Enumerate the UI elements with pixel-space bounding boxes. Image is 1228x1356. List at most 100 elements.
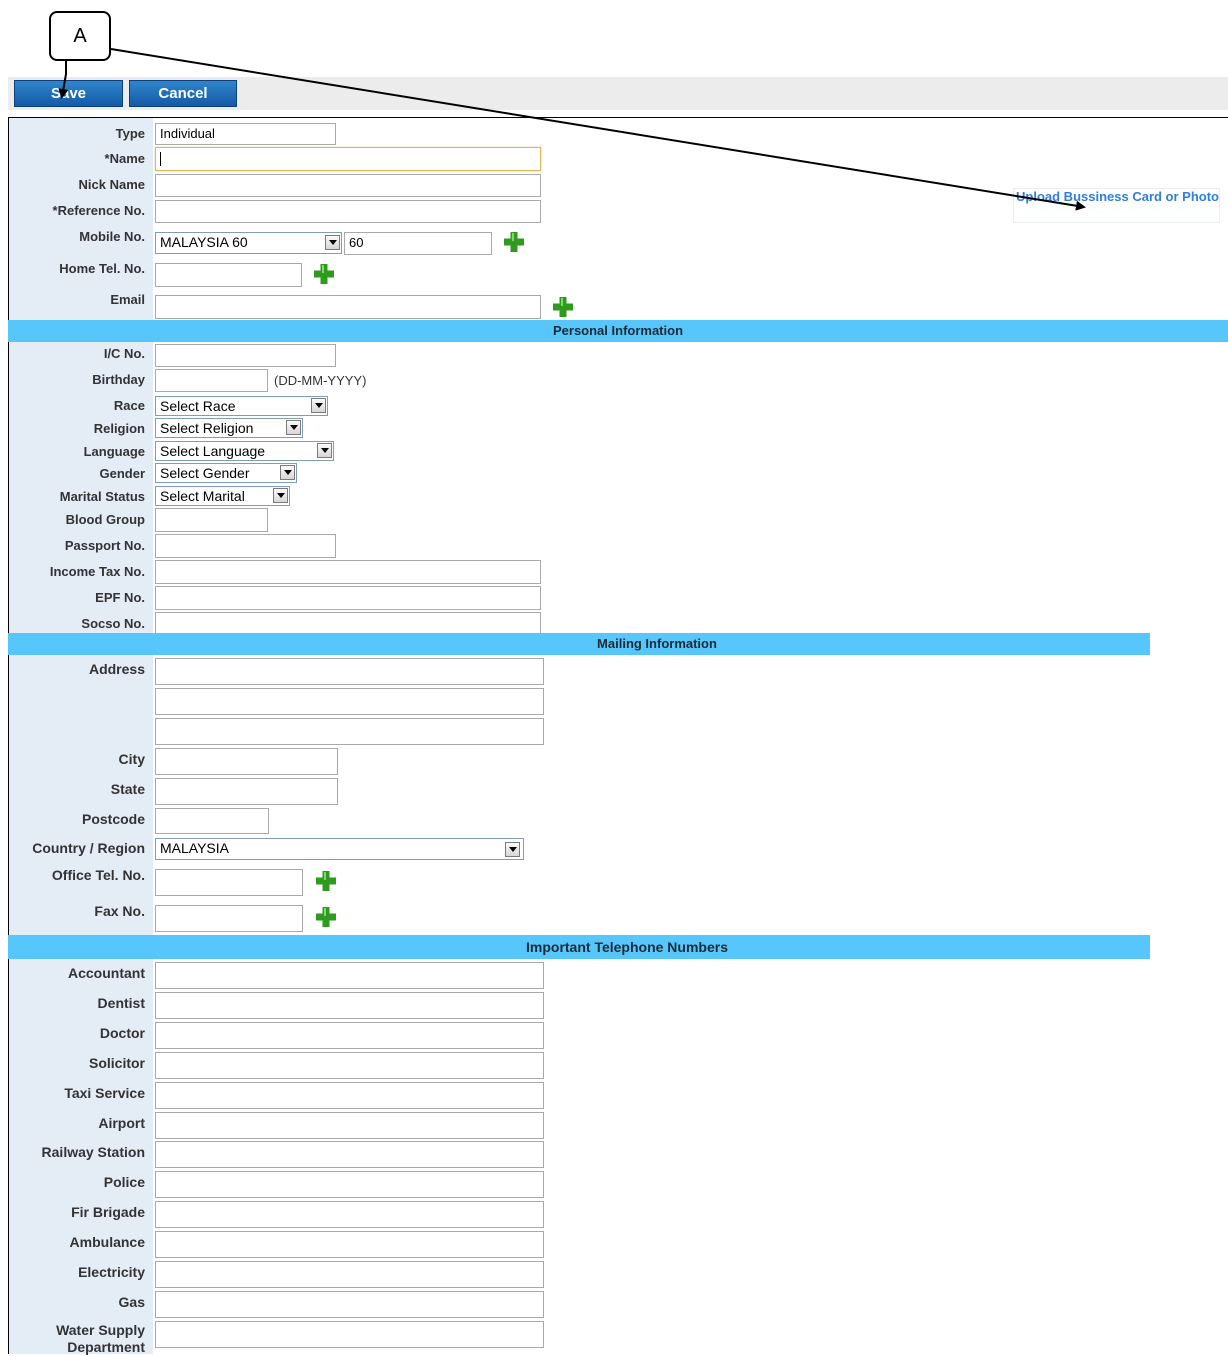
dropdown-arrow-icon	[325, 235, 340, 250]
passport-no-field[interactable]	[155, 534, 336, 558]
state-field[interactable]	[155, 778, 338, 805]
reference-no-label: *Reference No.	[52, 203, 145, 218]
address-label: Address	[88, 661, 145, 677]
dropdown-arrow-icon	[280, 465, 295, 480]
religion-label: Religion	[93, 421, 145, 436]
important-item-label: Taxi Service	[64, 1084, 145, 1101]
home-tel-label: Home Tel. No.	[59, 261, 145, 276]
dropdown-arrow-icon	[505, 842, 520, 857]
dropdown-arrow-icon	[273, 488, 288, 503]
socso-no-field[interactable]	[155, 612, 541, 634]
income-tax-field[interactable]	[155, 560, 541, 584]
name-field[interactable]	[155, 147, 541, 171]
epf-no-label: EPF No.	[95, 590, 145, 605]
add-home-tel-plus-icon[interactable]	[312, 262, 336, 286]
add-mobile-plus-icon[interactable]	[502, 230, 526, 254]
dropdown-arrow-icon	[317, 443, 332, 458]
nick-name-field[interactable]	[155, 174, 541, 197]
type-field[interactable]: Individual	[155, 123, 336, 145]
important-item-field[interactable]	[155, 1261, 544, 1288]
add-email-plus-icon[interactable]	[551, 295, 575, 319]
language-select[interactable]: Select Language	[155, 441, 334, 461]
fax-no-label: Fax No.	[94, 903, 145, 919]
text-caret	[160, 151, 161, 166]
income-tax-label: Income Tax No.	[49, 564, 145, 579]
important-item-field[interactable]	[155, 1231, 544, 1259]
home-tel-field[interactable]	[155, 263, 302, 287]
marital-status-select[interactable]: Select Marital	[155, 486, 290, 506]
save-button[interactable]: Save	[14, 80, 123, 107]
important-item-field[interactable]	[155, 1141, 544, 1169]
address-line-2-field[interactable]	[155, 688, 544, 715]
marital-status-value: Select Marital	[160, 488, 245, 504]
add-office-tel-plus-icon[interactable]	[314, 869, 338, 893]
mailing-information-title: Mailing Information	[597, 636, 717, 651]
important-item-field[interactable]	[155, 1051, 544, 1079]
add-fax-plus-icon[interactable]	[314, 905, 338, 929]
important-telephone-header: Important Telephone Numbers	[8, 935, 1150, 959]
address-line-3-field[interactable]	[155, 718, 544, 745]
address-line-1-field[interactable]	[155, 658, 544, 685]
mobile-no-label: Mobile No.	[79, 229, 145, 244]
country-region-select[interactable]: MALAYSIA	[155, 838, 524, 860]
important-item-label: Water Supply Department	[56, 1321, 145, 1355]
important-item-field[interactable]	[155, 991, 544, 1019]
important-item-label: Solicitor	[88, 1054, 145, 1071]
type-label: Type	[115, 126, 145, 141]
ic-no-field[interactable]	[155, 344, 336, 367]
dropdown-arrow-icon	[286, 420, 301, 435]
important-item-field[interactable]	[155, 962, 544, 989]
blood-group-label: Blood Group	[65, 512, 145, 527]
postcode-field[interactable]	[155, 808, 269, 834]
cancel-button[interactable]: Cancel	[129, 80, 237, 107]
city-label: City	[118, 751, 145, 767]
gender-value: Select Gender	[160, 465, 250, 481]
important-item-label: Airport	[98, 1114, 145, 1131]
mobile-country-select[interactable]: MALAYSIA 60	[155, 232, 342, 254]
email-label: Email	[110, 292, 145, 307]
important-telephone-title: Important Telephone Numbers	[526, 939, 728, 955]
religion-value: Select Religion	[160, 420, 254, 436]
city-field[interactable]	[155, 748, 338, 775]
state-label: State	[110, 781, 145, 797]
important-item-label: Police	[103, 1174, 145, 1191]
mobile-no-field[interactable]: 60	[344, 232, 492, 255]
mailing-information-header: Mailing Information	[8, 633, 1150, 655]
mobile-country-value: MALAYSIA 60	[160, 234, 248, 250]
form-border	[8, 117, 1228, 118]
country-region-value: MALAYSIA	[160, 840, 229, 856]
important-item-label: Accountant	[68, 965, 145, 981]
religion-select[interactable]: Select Religion	[155, 418, 303, 438]
callout-label: A	[49, 11, 111, 61]
fax-no-field[interactable]	[155, 905, 303, 932]
important-item-label: Gas	[118, 1293, 145, 1310]
important-item-field[interactable]	[155, 1081, 544, 1109]
important-item-field[interactable]	[155, 1171, 544, 1199]
race-select[interactable]: Select Race	[155, 396, 328, 416]
epf-no-field[interactable]	[155, 586, 541, 610]
ic-no-label: I/C No.	[103, 346, 145, 361]
nick-name-label: Nick Name	[78, 177, 145, 192]
language-value: Select Language	[160, 443, 266, 459]
language-label: Language	[83, 444, 145, 459]
email-field[interactable]	[155, 295, 541, 319]
office-tel-field[interactable]	[155, 869, 303, 896]
passport-no-label: Passport No.	[64, 538, 145, 553]
blood-group-field[interactable]	[155, 508, 268, 532]
race-label: Race	[113, 398, 145, 413]
important-item-field[interactable]	[155, 1111, 544, 1139]
important-item-field[interactable]	[155, 1021, 544, 1049]
race-value: Select Race	[160, 398, 236, 414]
reference-no-field[interactable]	[155, 200, 541, 223]
important-item-label: Dentist	[97, 994, 145, 1011]
important-item-field[interactable]	[155, 1290, 544, 1318]
personal-information-title: Personal Information	[552, 323, 684, 338]
postcode-label: Postcode	[81, 811, 145, 827]
birthday-field[interactable]	[155, 369, 268, 392]
gender-label: Gender	[99, 466, 145, 481]
country-region-label: Country / Region	[32, 840, 145, 856]
gender-select[interactable]: Select Gender	[155, 463, 297, 483]
upload-business-card-link[interactable]: Upload Bussiness Card or Photo	[1013, 188, 1220, 223]
important-item-field[interactable]	[155, 1320, 544, 1348]
important-item-field[interactable]	[155, 1201, 544, 1229]
